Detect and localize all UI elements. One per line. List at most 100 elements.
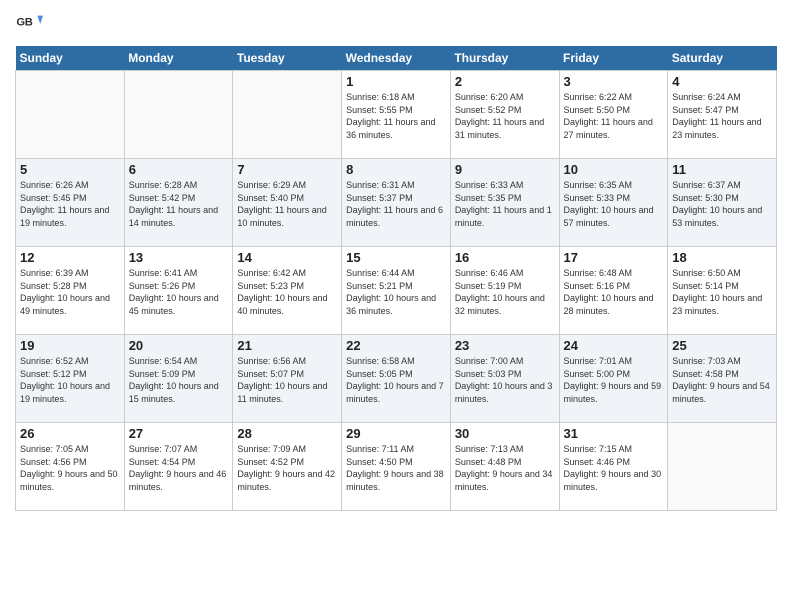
- day-info: Sunrise: 7:01 AMSunset: 5:00 PMDaylight:…: [564, 355, 664, 405]
- day-info: Sunrise: 6:29 AMSunset: 5:40 PMDaylight:…: [237, 179, 337, 229]
- day-header-friday: Friday: [559, 46, 668, 71]
- calendar-cell: 26 Sunrise: 7:05 AMSunset: 4:56 PMDayligh…: [16, 423, 125, 511]
- calendar-table: SundayMondayTuesdayWednesdayThursdayFrid…: [15, 46, 777, 511]
- calendar-week-row: 1Sunrise: 6:18 AMSunset: 5:55 PMDaylight…: [16, 71, 777, 159]
- day-number: 13: [129, 250, 229, 265]
- calendar-week-row: 26 Sunrise: 7:05 AMSunset: 4:56 PMDayligh…: [16, 423, 777, 511]
- calendar-body: 1Sunrise: 6:18 AMSunset: 5:55 PMDaylight…: [16, 71, 777, 511]
- calendar-cell: 14 Sunrise: 6:42 AMSunset: 5:23 PMDayligh…: [233, 247, 342, 335]
- calendar-cell: 21 Sunrise: 6:56 AMSunset: 5:07 PMDayligh…: [233, 335, 342, 423]
- calendar-cell: 24 Sunrise: 7:01 AMSunset: 5:00 PMDayligh…: [559, 335, 668, 423]
- calendar-cell: [233, 71, 342, 159]
- day-info: Sunrise: 7:09 AMSunset: 4:52 PMDaylight:…: [237, 443, 337, 493]
- calendar-cell: [668, 423, 777, 511]
- calendar-week-row: 19 Sunrise: 6:52 AMSunset: 5:12 PMDayligh…: [16, 335, 777, 423]
- calendar-cell: 28 Sunrise: 7:09 AMSunset: 4:52 PMDayligh…: [233, 423, 342, 511]
- calendar-cell: 4 Sunrise: 6:24 AMSunset: 5:47 PMDaylight…: [668, 71, 777, 159]
- day-number: 12: [20, 250, 120, 265]
- day-info: Sunrise: 6:24 AMSunset: 5:47 PMDaylight:…: [672, 91, 772, 141]
- day-info: Sunrise: 6:33 AMSunset: 5:35 PMDaylight:…: [455, 179, 555, 229]
- calendar-cell: 25 Sunrise: 7:03 AMSunset: 4:58 PMDayligh…: [668, 335, 777, 423]
- logo-icon: G B: [15, 10, 43, 38]
- day-number: 7: [237, 162, 337, 177]
- day-header-wednesday: Wednesday: [342, 46, 451, 71]
- calendar-cell: 22 Sunrise: 6:58 AMSunset: 5:05 PMDayligh…: [342, 335, 451, 423]
- day-number: 21: [237, 338, 337, 353]
- calendar-cell: 17Sunrise: 6:48 AMSunset: 5:16 PMDayligh…: [559, 247, 668, 335]
- calendar-cell: 18 Sunrise: 6:50 AMSunset: 5:14 PMDayligh…: [668, 247, 777, 335]
- calendar-cell: 1Sunrise: 6:18 AMSunset: 5:55 PMDaylight…: [342, 71, 451, 159]
- day-info: Sunrise: 6:28 AMSunset: 5:42 PMDaylight:…: [129, 179, 229, 229]
- day-info: Sunrise: 6:58 AMSunset: 5:05 PMDaylight:…: [346, 355, 446, 405]
- day-info: Sunrise: 7:13 AMSunset: 4:48 PMDaylight:…: [455, 443, 555, 493]
- day-info: Sunrise: 6:56 AMSunset: 5:07 PMDaylight:…: [237, 355, 337, 405]
- day-number: 28: [237, 426, 337, 441]
- calendar-cell: 9Sunrise: 6:33 AMSunset: 5:35 PMDaylight…: [450, 159, 559, 247]
- day-info: Sunrise: 6:41 AMSunset: 5:26 PMDaylight:…: [129, 267, 229, 317]
- calendar-cell: 5Sunrise: 6:26 AMSunset: 5:45 PMDaylight…: [16, 159, 125, 247]
- calendar-cell: 20 Sunrise: 6:54 AMSunset: 5:09 PMDayligh…: [124, 335, 233, 423]
- calendar-cell: 8 Sunrise: 6:31 AMSunset: 5:37 PMDaylight…: [342, 159, 451, 247]
- day-info: Sunrise: 6:35 AMSunset: 5:33 PMDaylight:…: [564, 179, 664, 229]
- calendar-cell: 16 Sunrise: 6:46 AMSunset: 5:19 PMDayligh…: [450, 247, 559, 335]
- day-number: 5: [20, 162, 120, 177]
- day-info: Sunrise: 6:22 AMSunset: 5:50 PMDaylight:…: [564, 91, 664, 141]
- day-number: 2: [455, 74, 555, 89]
- day-number: 25: [672, 338, 772, 353]
- day-info: Sunrise: 7:05 AMSunset: 4:56 PMDaylight:…: [20, 443, 120, 493]
- day-info: Sunrise: 6:20 AMSunset: 5:52 PMDaylight:…: [455, 91, 555, 141]
- day-number: 23: [455, 338, 555, 353]
- calendar-cell: 7 Sunrise: 6:29 AMSunset: 5:40 PMDaylight…: [233, 159, 342, 247]
- day-header-monday: Monday: [124, 46, 233, 71]
- day-number: 11: [672, 162, 772, 177]
- calendar-cell: 31 Sunrise: 7:15 AMSunset: 4:46 PMDayligh…: [559, 423, 668, 511]
- day-number: 4: [672, 74, 772, 89]
- calendar-cell: 30 Sunrise: 7:13 AMSunset: 4:48 PMDayligh…: [450, 423, 559, 511]
- calendar-cell: 11Sunrise: 6:37 AMSunset: 5:30 PMDayligh…: [668, 159, 777, 247]
- header: G B: [15, 10, 777, 38]
- calendar-cell: 10Sunrise: 6:35 AMSunset: 5:33 PMDayligh…: [559, 159, 668, 247]
- day-number: 24: [564, 338, 664, 353]
- day-number: 6: [129, 162, 229, 177]
- day-info: Sunrise: 6:52 AMSunset: 5:12 PMDaylight:…: [20, 355, 120, 405]
- day-number: 18: [672, 250, 772, 265]
- calendar-cell: [16, 71, 125, 159]
- day-number: 8: [346, 162, 446, 177]
- day-number: 19: [20, 338, 120, 353]
- calendar-cell: 19 Sunrise: 6:52 AMSunset: 5:12 PMDayligh…: [16, 335, 125, 423]
- svg-text:G: G: [16, 16, 25, 28]
- day-number: 22: [346, 338, 446, 353]
- day-info: Sunrise: 6:39 AMSunset: 5:28 PMDaylight:…: [20, 267, 120, 317]
- calendar-cell: 12 Sunrise: 6:39 AMSunset: 5:28 PMDayligh…: [16, 247, 125, 335]
- day-number: 27: [129, 426, 229, 441]
- logo: G B: [15, 10, 47, 38]
- day-info: Sunrise: 6:54 AMSunset: 5:09 PMDaylight:…: [129, 355, 229, 405]
- calendar-cell: 23Sunrise: 7:00 AMSunset: 5:03 PMDayligh…: [450, 335, 559, 423]
- day-info: Sunrise: 7:03 AMSunset: 4:58 PMDaylight:…: [672, 355, 772, 405]
- day-number: 1: [346, 74, 446, 89]
- calendar-cell: 6 Sunrise: 6:28 AMSunset: 5:42 PMDaylight…: [124, 159, 233, 247]
- day-info: Sunrise: 6:31 AMSunset: 5:37 PMDaylight:…: [346, 179, 446, 229]
- day-number: 3: [564, 74, 664, 89]
- day-header-saturday: Saturday: [668, 46, 777, 71]
- day-number: 30: [455, 426, 555, 441]
- day-info: Sunrise: 6:42 AMSunset: 5:23 PMDaylight:…: [237, 267, 337, 317]
- svg-text:B: B: [25, 16, 33, 28]
- day-info: Sunrise: 7:15 AMSunset: 4:46 PMDaylight:…: [564, 443, 664, 493]
- day-number: 20: [129, 338, 229, 353]
- day-number: 16: [455, 250, 555, 265]
- calendar-cell: 15 Sunrise: 6:44 AMSunset: 5:21 PMDayligh…: [342, 247, 451, 335]
- day-header-tuesday: Tuesday: [233, 46, 342, 71]
- day-header-sunday: Sunday: [16, 46, 125, 71]
- day-number: 14: [237, 250, 337, 265]
- day-number: 31: [564, 426, 664, 441]
- calendar-cell: 2 Sunrise: 6:20 AMSunset: 5:52 PMDaylight…: [450, 71, 559, 159]
- calendar-week-row: 12 Sunrise: 6:39 AMSunset: 5:28 PMDayligh…: [16, 247, 777, 335]
- day-number: 26: [20, 426, 120, 441]
- calendar-cell: 29Sunrise: 7:11 AMSunset: 4:50 PMDayligh…: [342, 423, 451, 511]
- day-info: Sunrise: 6:44 AMSunset: 5:21 PMDaylight:…: [346, 267, 446, 317]
- day-info: Sunrise: 6:50 AMSunset: 5:14 PMDaylight:…: [672, 267, 772, 317]
- day-info: Sunrise: 7:07 AMSunset: 4:54 PMDaylight:…: [129, 443, 229, 493]
- day-number: 15: [346, 250, 446, 265]
- day-info: Sunrise: 6:46 AMSunset: 5:19 PMDaylight:…: [455, 267, 555, 317]
